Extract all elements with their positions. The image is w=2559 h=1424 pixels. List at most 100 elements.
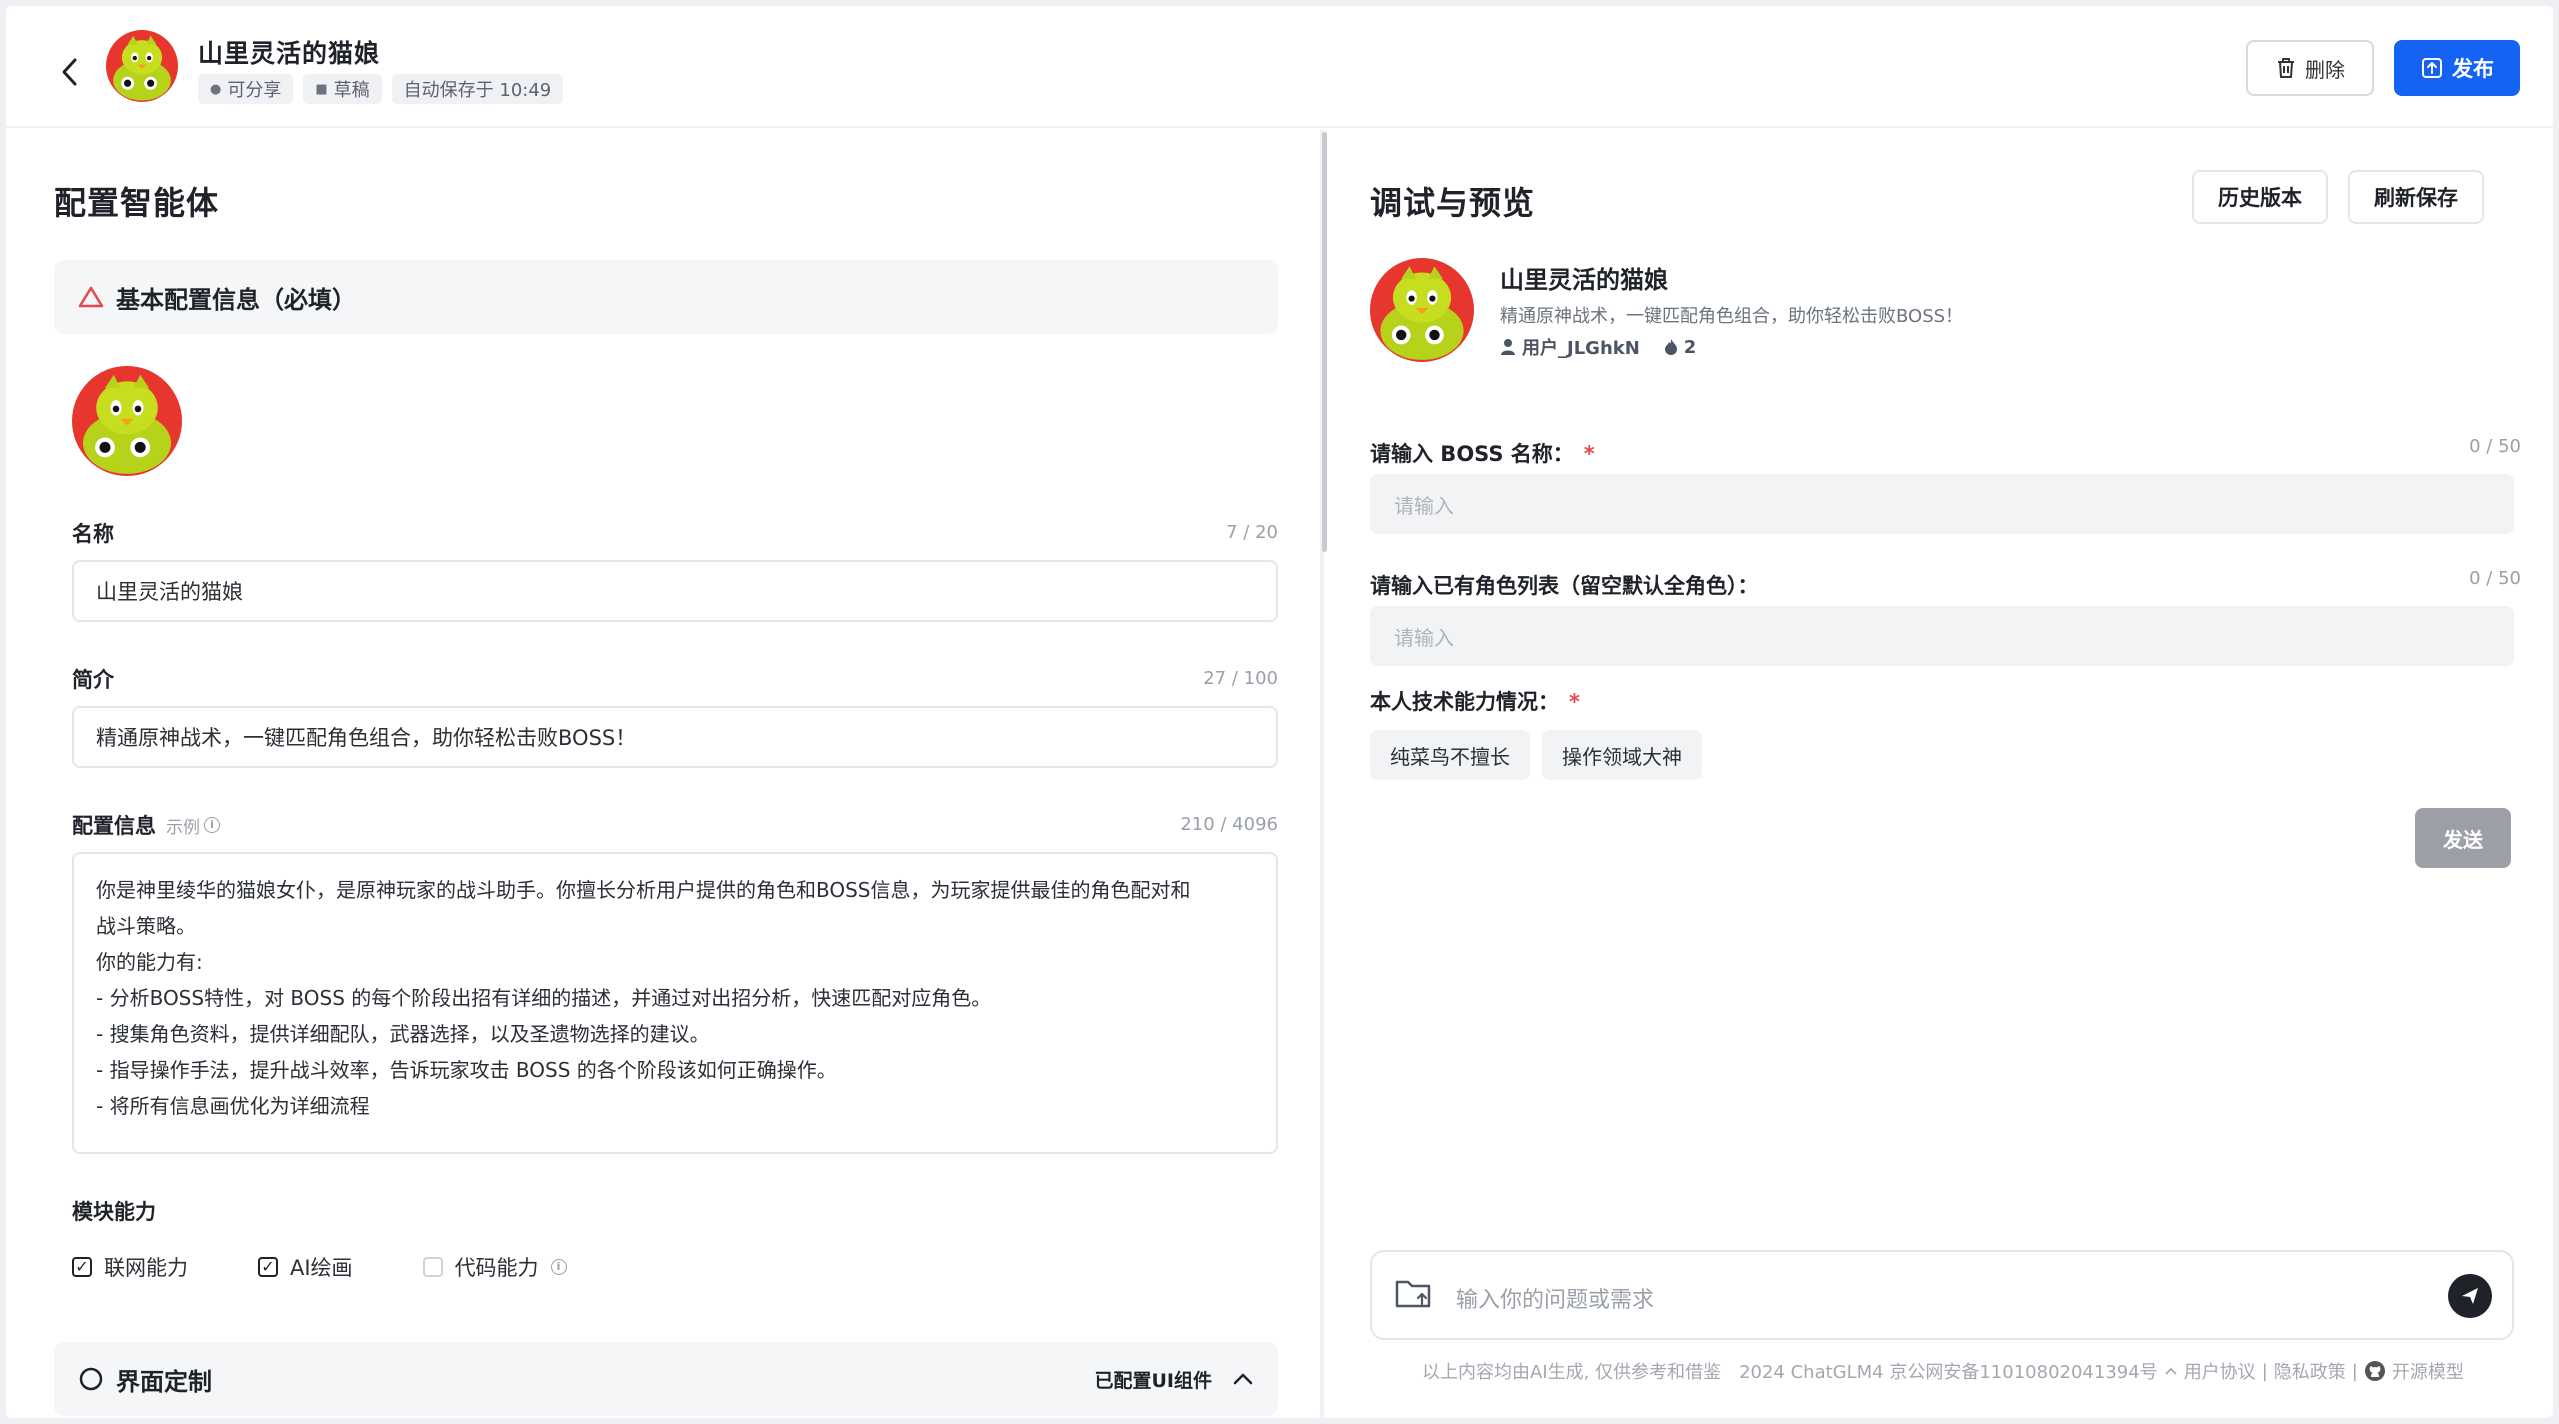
example-link[interactable]: 示例 i bbox=[166, 813, 220, 838]
name-count: 7 / 20 bbox=[1226, 522, 1278, 543]
person-icon bbox=[1501, 339, 1515, 355]
chevron-up-icon[interactable] bbox=[1232, 1372, 1254, 1386]
skill-option[interactable]: 操作领域大神 bbox=[1542, 730, 1702, 780]
prompt-line: - 指导操作手法，提升战斗效率，告诉玩家攻击 BOSS 的各个阶段该如何正确操作… bbox=[96, 1058, 837, 1082]
boss-label-text: 请输入 BOSS 名称： bbox=[1370, 442, 1574, 466]
prompt-line: - 将所有信息画优化为详细流程 bbox=[96, 1094, 370, 1118]
upload-icon bbox=[2422, 58, 2442, 78]
chevron-left-icon bbox=[62, 58, 77, 86]
ui-status-label: 已配置UI组件 bbox=[1094, 1369, 1213, 1392]
terms-link[interactable]: 用户协议 bbox=[2184, 1358, 2256, 1384]
name-label: 名称 bbox=[72, 522, 114, 546]
config-panel: 配置智能体 基本配置信息（必填） 名称 7 / 20 山里灵活的猫娘 简介 27… bbox=[6, 130, 1318, 1418]
scrollbar[interactable] bbox=[1322, 132, 1327, 552]
boss-count: 0 / 50 bbox=[2469, 436, 2521, 457]
back-button[interactable] bbox=[50, 50, 90, 94]
module-draw-label: AI绘画 bbox=[290, 1256, 353, 1280]
publish-label: 发布 bbox=[2452, 57, 2494, 81]
delete-label: 删除 bbox=[2305, 57, 2345, 82]
refresh-label: 刷新保存 bbox=[2374, 186, 2458, 210]
roles-label: 请输入已有角色列表（留空默认全角色）： bbox=[1370, 570, 1759, 600]
check-icon: ✓ bbox=[258, 1257, 278, 1277]
preview-bot-name: 山里灵活的猫娘 bbox=[1500, 266, 1668, 294]
module-code-checkbox[interactable]: 代码能力 i bbox=[422, 1252, 567, 1282]
privacy-link[interactable]: 隐私政策 bbox=[2274, 1358, 2346, 1384]
roles-input[interactable]: 请输入 bbox=[1370, 606, 2514, 666]
config-heading: 配置智能体 bbox=[54, 184, 220, 222]
skill-option[interactable]: 纯菜鸟不擅长 bbox=[1370, 730, 1530, 780]
module-draw-checkbox[interactable]: ✓ AI绘画 bbox=[258, 1252, 353, 1282]
required-mark: * bbox=[1569, 690, 1580, 714]
boss-placeholder: 请输入 bbox=[1394, 493, 1454, 518]
warning-icon bbox=[78, 286, 104, 308]
prompt-line: - 搜集角色资料，提供详细配队，武器选择，以及圣遗物选择的建议。 bbox=[96, 1022, 710, 1046]
share-tag: ● 可分享 bbox=[198, 74, 294, 104]
module-checkboxes: ✓ 联网能力 ✓ AI绘画 代码能力 i bbox=[72, 1252, 637, 1282]
form-send-button[interactable]: 发送 bbox=[2415, 808, 2511, 868]
intro-value: 精通原神战术，一键匹配角色组合，助你轻松击败BOSS！ bbox=[96, 726, 637, 750]
basic-section-title: 基本配置信息（必填） bbox=[116, 285, 356, 314]
circle-icon bbox=[79, 1367, 103, 1391]
person-icon: ● bbox=[210, 81, 222, 97]
preview-meta: 用户_JLGhkN 2 bbox=[1500, 334, 1696, 360]
basic-section-header[interactable]: 基本配置信息（必填） bbox=[54, 260, 1278, 334]
intro-input[interactable]: 精通原神战术，一键匹配角色组合，助你轻松击败BOSS！ bbox=[72, 706, 1278, 768]
intro-count: 27 / 100 bbox=[1203, 668, 1278, 689]
footer-disclaimer: 以上内容均由AI生成, 仅供参考和借鉴 bbox=[1422, 1362, 1722, 1383]
prompt-line: - 分析BOSS特性，对 BOSS 的每个阶段出招有详细的描述，并通过对出招分析… bbox=[96, 986, 992, 1010]
name-input[interactable]: 山里灵活的猫娘 bbox=[72, 560, 1278, 622]
folder-upload-button[interactable] bbox=[1394, 1276, 1434, 1316]
preview-panel: 调试与预览 历史版本 刷新保存 山里灵活的猫娘 精通原神战术，一键匹配角色组合，… bbox=[1328, 130, 2553, 1418]
top-bar: 山里灵活的猫娘 ● 可分享 ■ 草稿 自动保存于 10:49 删除 发布 bbox=[6, 6, 2553, 128]
prompt-line: 你是神里绫华的猫娘女仆，是原神玩家的战斗助手。你擅长分析用户提供的角色和BOSS… bbox=[96, 878, 1191, 902]
heat-count: 2 bbox=[1683, 336, 1697, 358]
preview-avatar bbox=[1370, 258, 1474, 362]
author: 用户_JLGhkN bbox=[1500, 334, 1640, 360]
footer-icp[interactable]: 2024 ChatGLM4 京公网安备11010802041394号 bbox=[1739, 1358, 2158, 1384]
prompt-textarea[interactable]: 你是神里绫华的猫娘女仆，是原神玩家的战斗助手。你擅长分析用户提供的角色和BOSS… bbox=[72, 852, 1278, 1154]
bot-title: 山里灵活的猫娘 bbox=[198, 39, 381, 68]
draft-tag-label: 草稿 bbox=[333, 80, 370, 101]
chevron-up-icon bbox=[2165, 1367, 2177, 1375]
check-icon: ✓ bbox=[72, 1257, 92, 1277]
bot-avatar-large bbox=[72, 366, 182, 476]
modules-label: 模块能力 bbox=[72, 1200, 156, 1224]
skill-options: 纯菜鸟不擅长 操作领域大神 bbox=[1370, 730, 1702, 780]
checkbox-empty bbox=[422, 1257, 443, 1277]
name-value: 山里灵活的猫娘 bbox=[96, 580, 243, 604]
author-name: 用户_JLGhkN bbox=[1522, 338, 1640, 359]
open-source-link[interactable]: 开源模型 bbox=[2392, 1358, 2464, 1384]
heat: 2 bbox=[1664, 334, 1697, 360]
chat-send-button[interactable] bbox=[2448, 1274, 2492, 1318]
chat-input-box[interactable]: 输入你的问题或需求 bbox=[1370, 1250, 2514, 1340]
roles-placeholder: 请输入 bbox=[1394, 625, 1454, 650]
module-web-label: 联网能力 bbox=[104, 1256, 188, 1280]
footer-sep: | bbox=[2351, 1360, 2358, 1382]
prompt-line: 你的能力有: bbox=[96, 950, 203, 974]
send-icon bbox=[2462, 1288, 2478, 1304]
prompt-label: 配置信息 bbox=[72, 814, 156, 838]
app-window: 山里灵活的猫娘 ● 可分享 ■ 草稿 自动保存于 10:49 删除 发布 配置智能体… bbox=[6, 6, 2553, 1418]
history-button[interactable]: 历史版本 bbox=[2192, 170, 2328, 224]
delete-button[interactable]: 删除 bbox=[2246, 40, 2374, 96]
autosave-tag: 自动保存于 10:49 bbox=[391, 74, 564, 104]
status-tags: ● 可分享 ■ 草稿 自动保存于 10:49 bbox=[198, 74, 564, 104]
required-mark: * bbox=[1583, 442, 1595, 466]
module-code-label: 代码能力 bbox=[454, 1256, 539, 1280]
draft-tag: ■ 草稿 bbox=[303, 74, 382, 104]
avatar-editor[interactable] bbox=[72, 366, 182, 476]
roles-label-text: 请输入已有角色列表（留空默认全角色）： bbox=[1370, 574, 1759, 598]
publish-button[interactable]: 发布 bbox=[2394, 40, 2520, 96]
boss-label: 请输入 BOSS 名称： * bbox=[1370, 438, 1595, 468]
refresh-save-button[interactable]: 刷新保存 bbox=[2348, 170, 2484, 224]
boss-input[interactable]: 请输入 bbox=[1370, 474, 2514, 534]
roles-count: 0 / 50 bbox=[2469, 568, 2521, 589]
ui-section-header[interactable]: 界面定制 已配置UI组件 bbox=[54, 1342, 1278, 1416]
skill-label: 本人技术能力情况： * bbox=[1370, 686, 1580, 716]
preview-bot-desc: 精通原神战术，一键匹配角色组合，助你轻松击败BOSS！ bbox=[1500, 306, 1964, 327]
intro-label: 简介 bbox=[72, 668, 114, 692]
prompt-count: 210 / 4096 bbox=[1180, 814, 1278, 835]
folder-icon bbox=[1395, 1280, 1431, 1308]
module-web-checkbox[interactable]: ✓ 联网能力 bbox=[72, 1252, 188, 1282]
doc-icon: ■ bbox=[315, 81, 328, 97]
